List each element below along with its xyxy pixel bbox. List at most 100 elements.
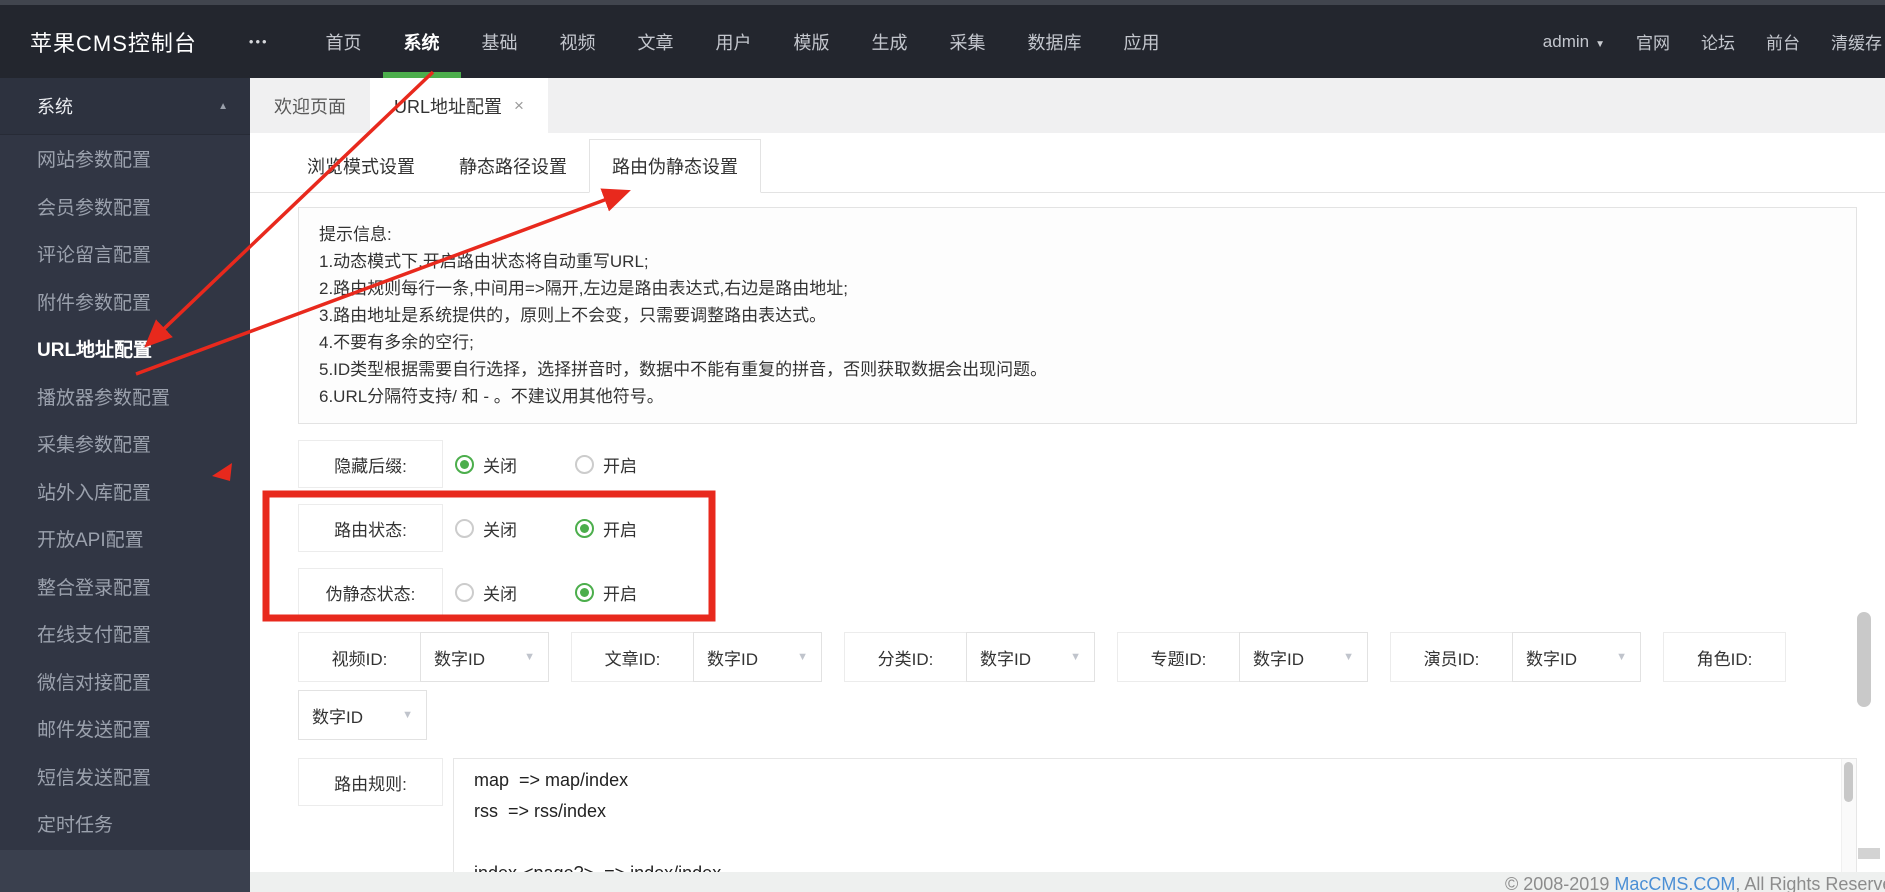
sidebar-item-sms-send[interactable]: 短信发送配置 bbox=[0, 753, 250, 801]
article-id-select[interactable]: 数字ID ▼ bbox=[693, 632, 822, 682]
select-group-article-id: 文章ID: 数字ID ▼ bbox=[571, 632, 822, 682]
radio-unselected-icon[interactable] bbox=[575, 454, 594, 474]
hint-line: 2.路由规则每行一条,中间用=>隔开,左边是路由表达式,右边是路由地址; bbox=[319, 279, 848, 298]
form-row-hide-suffix: 隐藏后缀: 关闭 开启 bbox=[298, 440, 1857, 488]
sidebar-item-comment-config[interactable]: 评论留言配置 bbox=[0, 230, 250, 278]
radio-selected-icon[interactable] bbox=[455, 454, 474, 474]
sidebar-item-website-params[interactable]: 网站参数配置 bbox=[0, 135, 250, 183]
close-icon[interactable]: × bbox=[514, 96, 524, 116]
user-menu[interactable]: admin ▼ bbox=[1543, 32, 1605, 52]
page-scrollbar-thumb[interactable] bbox=[1857, 612, 1871, 707]
copyright-text: © 2008-2019 MacCMS.COM, All Rights Reser… bbox=[1505, 874, 1885, 892]
content-area: 欢迎页面 URL地址配置 × 浏览模式设置 静态路径设置 路由伪静态设置 提示信… bbox=[250, 78, 1885, 892]
form-panel: 提示信息: 1.动态模式下,开启路由状态将自动重写URL; 2.路由规则每行一条… bbox=[250, 207, 1885, 888]
sidebar-group-system[interactable]: 系统 ▲ bbox=[0, 78, 250, 135]
sidebar-item-online-payment[interactable]: 在线支付配置 bbox=[0, 610, 250, 658]
caret-down-icon: ▼ bbox=[1070, 651, 1081, 663]
radio-unselected-icon[interactable] bbox=[455, 582, 474, 602]
sidebar-item-player-params[interactable]: 播放器参数配置 bbox=[0, 373, 250, 421]
hint-line: 1.动态模式下,开启路由状态将自动重写URL; bbox=[319, 252, 649, 271]
route-rules-textarea[interactable]: map => map/index rss => rss/index index-… bbox=[453, 758, 1857, 888]
radio-option-open[interactable]: 开启 bbox=[575, 452, 683, 477]
role-id-select[interactable]: 数字ID ▼ bbox=[298, 690, 427, 740]
link-official-site[interactable]: 官网 bbox=[1636, 29, 1670, 54]
video-id-select[interactable]: 数字ID ▼ bbox=[420, 632, 549, 682]
nav-item-home[interactable]: 首页 bbox=[305, 5, 383, 78]
nav-more-icon[interactable]: ••• bbox=[249, 34, 269, 49]
radio-selected-icon[interactable] bbox=[575, 518, 594, 538]
sidebar-item-wechat-connect[interactable]: 微信对接配置 bbox=[0, 658, 250, 706]
link-clear-cache[interactable]: 清缓存 bbox=[1831, 29, 1882, 54]
field-label: 文章ID: bbox=[571, 632, 694, 682]
category-id-select[interactable]: 数字ID ▼ bbox=[966, 632, 1095, 682]
radio-option-open[interactable]: 开启 bbox=[575, 516, 683, 541]
sidebar-item-member-params[interactable]: 会员参数配置 bbox=[0, 183, 250, 231]
hint-box: 提示信息: 1.动态模式下,开启路由状态将自动重写URL; 2.路由规则每行一条… bbox=[298, 207, 1857, 424]
nav-item-collect[interactable]: 采集 bbox=[929, 5, 1007, 78]
radio-option-open[interactable]: 开启 bbox=[575, 580, 683, 605]
id-type-row: 视频ID: 数字ID ▼ 文章ID: 数字ID ▼ 分类ID: 数字ID ▼ 专… bbox=[298, 632, 1857, 748]
collapse-up-icon: ▲ bbox=[218, 100, 228, 112]
select-group-role-id: 角色ID: bbox=[1663, 632, 1786, 682]
textarea-scrollbar[interactable] bbox=[1841, 759, 1856, 887]
hint-line: 6.URL分隔符支持/ 和 - 。不建议用其他符号。 bbox=[319, 387, 664, 406]
nav-item-template[interactable]: 模版 bbox=[773, 5, 851, 78]
subtab-route-rewrite[interactable]: 路由伪静态设置 bbox=[589, 139, 761, 193]
sidebar-item-attachment-params[interactable]: 附件参数配置 bbox=[0, 278, 250, 326]
field-label: 路由状态: bbox=[298, 504, 443, 552]
caret-down-icon: ▼ bbox=[1343, 651, 1354, 663]
nav-item-basic[interactable]: 基础 bbox=[461, 5, 539, 78]
select-group-actor-id: 演员ID: 数字ID ▼ bbox=[1390, 632, 1641, 682]
radio-option-close[interactable]: 关闭 bbox=[455, 580, 563, 605]
textarea-scrollbar-thumb[interactable] bbox=[1844, 762, 1853, 802]
topic-id-select[interactable]: 数字ID ▼ bbox=[1239, 632, 1368, 682]
field-label: 伪静态状态: bbox=[298, 568, 443, 616]
link-frontend[interactable]: 前台 bbox=[1766, 29, 1800, 54]
hint-line: 5.ID类型根据需要自行选择，选择拼音时，数据中不能有重复的拼音，否则获取数据会… bbox=[319, 360, 1048, 379]
subtab-static-path[interactable]: 静态路径设置 bbox=[437, 140, 589, 192]
hint-title: 提示信息: bbox=[319, 225, 392, 244]
hint-line: 4.不要有多余的空行; bbox=[319, 333, 474, 352]
field-label: 分类ID: bbox=[844, 632, 967, 682]
nav-item-app[interactable]: 应用 bbox=[1103, 5, 1181, 78]
nav-item-database[interactable]: 数据库 bbox=[1007, 5, 1103, 78]
sidebar-item-cron-tasks[interactable]: 定时任务 bbox=[0, 800, 250, 848]
nav-item-system[interactable]: 系统 bbox=[382, 5, 461, 80]
nav-item-video[interactable]: 视频 bbox=[539, 5, 617, 78]
tab-welcome[interactable]: 欢迎页面 bbox=[250, 78, 370, 133]
route-rules-row: 路由规则: map => map/index rss => rss/index … bbox=[298, 758, 1857, 888]
nav-item-generate[interactable]: 生成 bbox=[851, 5, 929, 78]
maccms-link[interactable]: MacCMS.COM bbox=[1614, 874, 1735, 892]
chevron-down-icon: ▼ bbox=[1595, 38, 1605, 50]
sidebar-item-external-storage[interactable]: 站外入库配置 bbox=[0, 468, 250, 516]
sidebar-item-collect-params[interactable]: 采集参数配置 bbox=[0, 420, 250, 468]
footer: © 2008-2019 MacCMS.COM, All Rights Reser… bbox=[250, 872, 1885, 892]
tab-url-config[interactable]: URL地址配置 × bbox=[370, 78, 548, 133]
radio-option-close[interactable]: 关闭 bbox=[455, 452, 563, 477]
field-label: 视频ID: bbox=[298, 632, 421, 682]
subtab-browse-mode[interactable]: 浏览模式设置 bbox=[285, 140, 437, 192]
select-group-category-id: 分类ID: 数字ID ▼ bbox=[844, 632, 1095, 682]
nav-item-user[interactable]: 用户 bbox=[695, 5, 773, 78]
field-label: 专题ID: bbox=[1117, 632, 1240, 682]
sidebar-item-open-api[interactable]: 开放API配置 bbox=[0, 515, 250, 563]
caret-down-icon: ▼ bbox=[402, 709, 413, 721]
scrollbar-corner[interactable] bbox=[1858, 848, 1880, 859]
field-label: 隐藏后缀: bbox=[298, 440, 443, 488]
sidebar-item-url-config[interactable]: URL地址配置 bbox=[0, 325, 250, 373]
navbar-right: admin ▼ 官网 论坛 前台 清缓存 bbox=[1543, 29, 1885, 54]
link-forum[interactable]: 论坛 bbox=[1701, 29, 1735, 54]
app-logo: 苹果CMS控制台 bbox=[30, 30, 197, 56]
caret-down-icon: ▼ bbox=[797, 651, 808, 663]
nav-item-article[interactable]: 文章 bbox=[617, 5, 695, 78]
sidebar: 系统 ▲ 网站参数配置 会员参数配置 评论留言配置 附件参数配置 URL地址配置… bbox=[0, 78, 250, 892]
radio-selected-icon[interactable] bbox=[575, 582, 594, 602]
sidebar-item-email-send[interactable]: 邮件发送配置 bbox=[0, 705, 250, 753]
actor-id-select[interactable]: 数字ID ▼ bbox=[1512, 632, 1641, 682]
radio-unselected-icon[interactable] bbox=[455, 518, 474, 538]
caret-down-icon: ▼ bbox=[1616, 651, 1627, 663]
sidebar-item-integrated-login[interactable]: 整合登录配置 bbox=[0, 563, 250, 611]
radio-option-close[interactable]: 关闭 bbox=[455, 516, 563, 541]
form-row-rewrite-status: 伪静态状态: 关闭 开启 bbox=[298, 568, 1857, 616]
field-label: 角色ID: bbox=[1663, 632, 1786, 682]
